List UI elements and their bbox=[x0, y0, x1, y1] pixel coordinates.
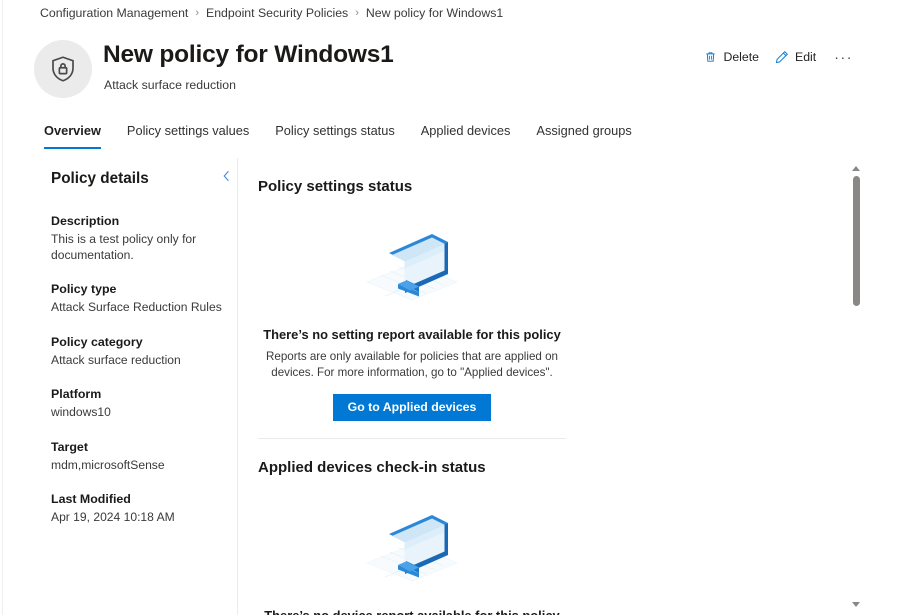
field-description-label: Description bbox=[51, 214, 120, 228]
tab-policy-settings-status[interactable]: Policy settings status bbox=[262, 121, 408, 149]
delete-button[interactable]: Delete bbox=[696, 47, 767, 67]
section-policy-settings-status-title: Policy settings status bbox=[258, 178, 413, 195]
section-applied-devices-check-in-status: Applied devices check-in status bbox=[258, 439, 848, 615]
page-title: New policy for Windows1 bbox=[103, 41, 394, 68]
field-policy-type-label: Policy type bbox=[51, 282, 117, 296]
field-target-value: mdm,microsoftSense bbox=[51, 457, 165, 472]
breadcrumb-item-configuration-management[interactable]: Configuration Management bbox=[40, 6, 188, 20]
tab-assigned-groups[interactable]: Assigned groups bbox=[523, 121, 644, 149]
content-scrollbar[interactable] bbox=[849, 158, 863, 615]
go-to-applied-devices-button[interactable]: Go to Applied devices bbox=[332, 394, 492, 421]
overview-content: Policy settings status There’s no settin… bbox=[258, 158, 848, 615]
edit-button[interactable]: Edit bbox=[767, 47, 824, 67]
field-policy-category-value: Attack surface reduction bbox=[51, 352, 181, 367]
empty-state-heading: There’s no setting report available for … bbox=[263, 327, 561, 342]
scrollbar-thumb[interactable] bbox=[853, 176, 860, 306]
field-description: Description This is a test policy only f… bbox=[51, 214, 229, 263]
field-platform-label: Platform bbox=[51, 387, 102, 401]
empty-state-policy-settings-status: There’s no setting report available for … bbox=[258, 217, 566, 421]
empty-state-subtext: Reports are only available for policies … bbox=[266, 350, 558, 379]
breadcrumb: Configuration Management › Endpoint Secu… bbox=[40, 6, 503, 20]
field-policy-type-value: Attack Surface Reduction Rules bbox=[51, 300, 222, 314]
monitor-illustration bbox=[258, 498, 566, 590]
policy-details-pane: Policy details Description This is a tes… bbox=[51, 170, 229, 545]
breadcrumb-separator-icon: › bbox=[195, 6, 200, 19]
field-platform: Platform windows10 bbox=[51, 387, 229, 421]
field-policy-category-label: Policy category bbox=[51, 334, 143, 349]
field-last-modified-value: Apr 19, 2024 10:18 AM bbox=[51, 510, 175, 524]
ellipsis-icon: ··· bbox=[834, 49, 853, 65]
delete-button-label: Delete bbox=[723, 50, 759, 64]
trash-icon bbox=[704, 50, 717, 64]
more-options-button[interactable]: ··· bbox=[824, 48, 863, 66]
page-subtitle: Attack surface reduction bbox=[104, 78, 236, 92]
section-policy-settings-status: Policy settings status There’s no settin… bbox=[258, 158, 848, 439]
field-last-modified-label: Last Modified bbox=[51, 492, 131, 506]
page-left-edge bbox=[2, 0, 3, 615]
pencil-icon bbox=[775, 50, 789, 64]
policy-overview-page: Configuration Management › Endpoint Secu… bbox=[0, 0, 899, 615]
breadcrumb-item-current: New policy for Windows1 bbox=[365, 6, 504, 20]
field-description-value: This is a test policy only for documenta… bbox=[51, 232, 197, 262]
monitor-illustration bbox=[258, 217, 566, 309]
pane-divider bbox=[237, 158, 238, 615]
tab-policy-settings-values[interactable]: Policy settings values bbox=[114, 121, 262, 149]
empty-state-heading: There’s no device report available for t… bbox=[258, 608, 566, 615]
header-command-bar: Delete Edit ··· bbox=[696, 47, 863, 67]
breadcrumb-item-endpoint-security-policies[interactable]: Endpoint Security Policies bbox=[206, 6, 348, 20]
field-policy-category: Policy category Attack surface reduction bbox=[51, 335, 229, 369]
policy-details-title: Policy details bbox=[51, 170, 149, 187]
tab-applied-devices[interactable]: Applied devices bbox=[408, 121, 524, 149]
edit-button-label: Edit bbox=[795, 50, 817, 64]
scroll-up-arrow[interactable] bbox=[849, 161, 863, 175]
breadcrumb-separator-icon: › bbox=[355, 6, 359, 19]
section-applied-devices-check-in-status-title: Applied devices check-in status bbox=[258, 459, 486, 476]
field-policy-type: Policy type Attack Surface Reduction Rul… bbox=[51, 282, 229, 316]
field-target: Target mdm,microsoftSense bbox=[51, 440, 229, 474]
field-platform-value: windows10 bbox=[51, 405, 111, 419]
field-last-modified: Last Modified Apr 19, 2024 10:18 AM bbox=[51, 492, 229, 526]
scroll-down-arrow[interactable] bbox=[849, 597, 863, 611]
tab-bar: Overview Policy settings values Policy s… bbox=[41, 121, 645, 149]
shield-lock-icon bbox=[34, 40, 92, 98]
tab-overview[interactable]: Overview bbox=[41, 121, 114, 149]
empty-state-applied-devices-check-in: There’s no device report available for t… bbox=[258, 498, 566, 615]
field-target-label: Target bbox=[51, 439, 88, 454]
